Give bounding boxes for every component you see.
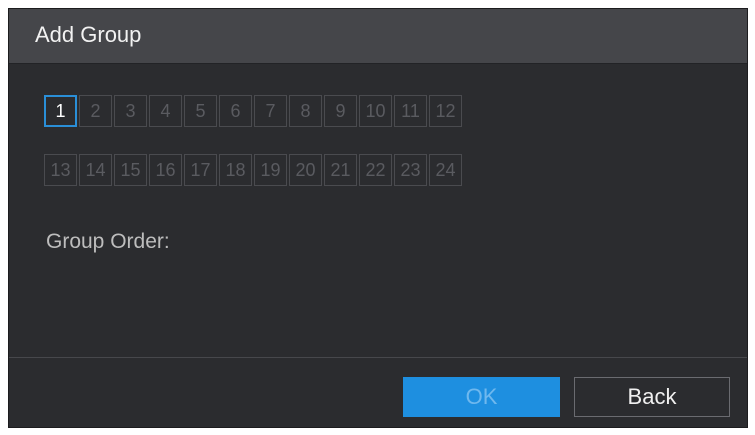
channel-row-2: 13 14 15 16 17 18 19 20 21 22 23 24: [44, 154, 464, 186]
channel-button-2[interactable]: 2: [79, 95, 112, 127]
channel-button-12[interactable]: 12: [429, 95, 462, 127]
channel-button-10[interactable]: 10: [359, 95, 392, 127]
footer-divider: [9, 357, 747, 358]
channel-button-18[interactable]: 18: [219, 154, 252, 186]
channel-button-3[interactable]: 3: [114, 95, 147, 127]
channel-button-19[interactable]: 19: [254, 154, 287, 186]
channel-button-14[interactable]: 14: [79, 154, 112, 186]
channel-button-9[interactable]: 9: [324, 95, 357, 127]
channel-button-1[interactable]: 1: [44, 95, 77, 127]
channel-button-8[interactable]: 8: [289, 95, 322, 127]
channel-button-15[interactable]: 15: [114, 154, 147, 186]
channel-button-6[interactable]: 6: [219, 95, 252, 127]
channel-button-17[interactable]: 17: [184, 154, 217, 186]
channel-button-20[interactable]: 20: [289, 154, 322, 186]
channel-button-4[interactable]: 4: [149, 95, 182, 127]
channel-button-24[interactable]: 24: [429, 154, 462, 186]
channel-button-23[interactable]: 23: [394, 154, 427, 186]
channel-button-16[interactable]: 16: [149, 154, 182, 186]
group-order-label: Group Order:: [46, 230, 170, 253]
channel-button-22[interactable]: 22: [359, 154, 392, 186]
add-group-dialog: Add Group 1 2 3 4 5 6 7 8 9 10 11 12 13 …: [8, 8, 748, 428]
dialog-titlebar: Add Group: [9, 9, 747, 64]
dialog-title: Add Group: [35, 22, 142, 47]
channel-button-7[interactable]: 7: [254, 95, 287, 127]
channel-row-1: 1 2 3 4 5 6 7 8 9 10 11 12: [44, 95, 464, 127]
channel-button-13[interactable]: 13: [44, 154, 77, 186]
channel-button-11[interactable]: 11: [394, 95, 427, 127]
back-button[interactable]: Back: [574, 377, 730, 417]
channel-button-21[interactable]: 21: [324, 154, 357, 186]
channel-button-5[interactable]: 5: [184, 95, 217, 127]
ok-button[interactable]: OK: [403, 377, 560, 417]
